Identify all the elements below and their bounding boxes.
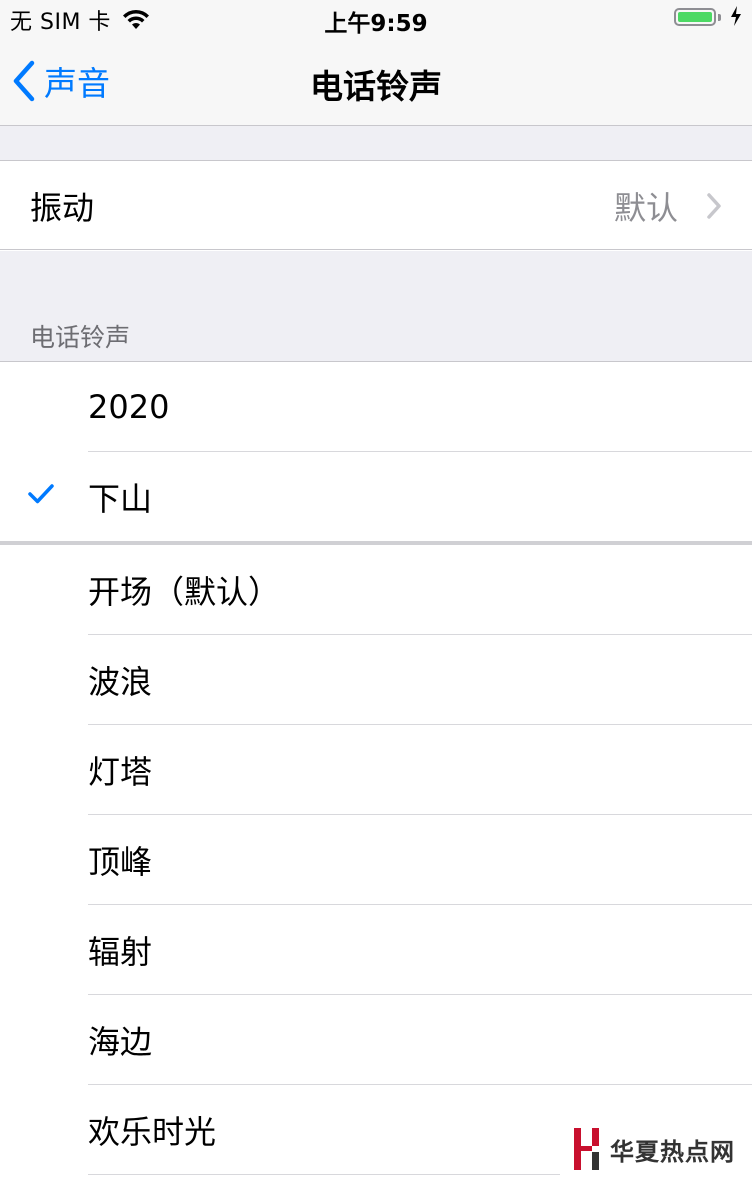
ringtone-item[interactable]: 海边 xyxy=(0,995,752,1085)
vibration-value: 默认 xyxy=(613,189,678,227)
ringtone-item[interactable]: 2020 xyxy=(0,362,752,452)
ringtone-label: 辐射 xyxy=(88,933,153,971)
charging-bolt-icon xyxy=(731,6,741,26)
status-bar: 无 SIM 卡 上午9:59 xyxy=(0,0,752,40)
ringtone-label: 欢乐时光 xyxy=(88,1113,217,1151)
ringtone-item[interactable]: 开场（默认） xyxy=(0,545,752,635)
vibration-row[interactable]: 振动 默认 xyxy=(0,161,752,251)
ringtone-label: 波浪 xyxy=(88,663,153,701)
vibration-label: 振动 xyxy=(30,189,95,227)
battery-cap xyxy=(718,14,721,21)
checkmark-icon xyxy=(28,484,54,504)
ringtone-item[interactable]: 灯塔 xyxy=(0,725,752,815)
ringtone-label: 灯塔 xyxy=(88,753,153,791)
page-title: 电话铃声 xyxy=(310,67,442,106)
section-header-ringtones: 电话铃声 xyxy=(30,323,131,352)
watermark-logo-icon xyxy=(574,1128,599,1170)
ringtone-item-selected[interactable]: 下山 xyxy=(0,452,752,542)
ringtone-item[interactable]: 顶峰 xyxy=(0,815,752,905)
status-time: 上午9:59 xyxy=(324,11,428,37)
vibration-group: 振动 默认 xyxy=(0,161,752,251)
ringtone-label: 海边 xyxy=(88,1023,153,1061)
ringtone-label: 下山 xyxy=(88,480,153,518)
ringtone-label: 开场（默认） xyxy=(88,573,281,611)
chevron-right-icon xyxy=(707,193,721,219)
ringtone-label: 顶峰 xyxy=(88,843,153,881)
builtin-ringtone-list: 开场（默认） 波浪 灯塔 顶峰 辐射 海边 欢乐时光 xyxy=(0,545,752,1182)
battery-icon xyxy=(674,8,716,26)
custom-ringtone-list: 2020 下山 xyxy=(0,362,752,542)
ringtone-item[interactable]: 辐射 xyxy=(0,905,752,995)
watermark: 华夏热点网 xyxy=(560,1116,752,1182)
ringtone-label: 2020 xyxy=(88,388,170,426)
battery-fill xyxy=(678,12,712,22)
divider xyxy=(0,249,752,250)
navigation-bar: 声音 电话铃声 xyxy=(0,40,752,126)
ringtone-item[interactable]: 波浪 xyxy=(0,635,752,725)
watermark-text: 华夏热点网 xyxy=(610,1137,735,1166)
